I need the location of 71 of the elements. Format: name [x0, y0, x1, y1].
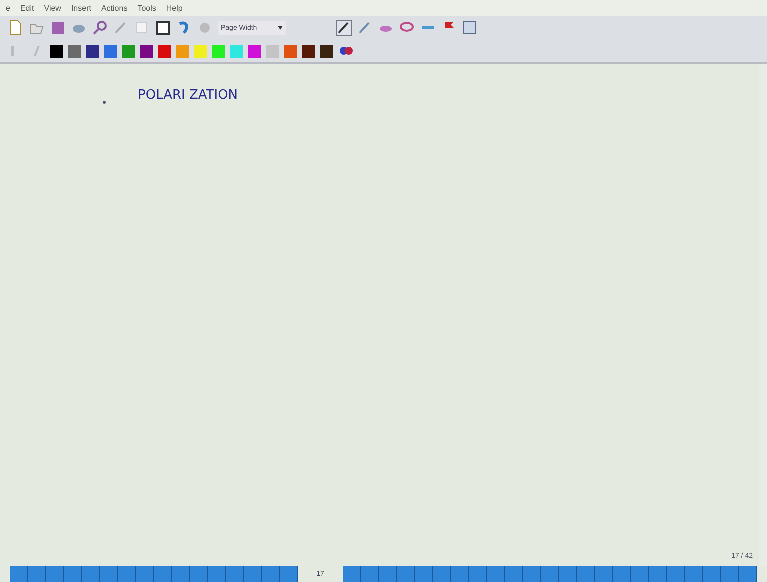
page-thumbnail[interactable] — [397, 566, 415, 582]
menu-item[interactable]: Insert — [71, 4, 92, 12]
page-thumbnail[interactable] — [631, 566, 649, 582]
page-thumbnail[interactable] — [433, 566, 451, 582]
page-thumbnail[interactable] — [613, 566, 631, 582]
page-thumbnail[interactable] — [721, 566, 739, 582]
page-thumbnail[interactable] — [415, 566, 433, 582]
page-thumbnail[interactable] — [136, 566, 154, 582]
page-thumbnail[interactable] — [361, 566, 379, 582]
handwritten-heading: POLARI ZATION — [138, 88, 238, 103]
page-thumbnail[interactable] — [559, 566, 577, 582]
color-swatch[interactable] — [158, 44, 171, 58]
page-thumbnail[interactable] — [649, 566, 667, 582]
page-thumbnail[interactable] — [46, 566, 64, 582]
menu-item[interactable]: Actions — [101, 4, 128, 12]
color-swatch[interactable] — [284, 44, 297, 58]
page-thumbnail[interactable] — [667, 566, 685, 582]
page-thumbnail[interactable] — [703, 566, 721, 582]
page-thumbnail[interactable] — [10, 566, 28, 582]
page-thumbnail[interactable] — [190, 566, 208, 582]
square-icon[interactable] — [155, 20, 171, 36]
page-thumbnail[interactable] — [100, 566, 118, 582]
select-icon[interactable] — [462, 20, 478, 36]
menu-item[interactable]: Tools — [138, 4, 156, 12]
menu-item[interactable]: Help — [166, 4, 183, 12]
caret-icon — [278, 26, 283, 30]
color-swatch[interactable] — [68, 44, 81, 58]
page-thumbnail[interactable] — [487, 566, 505, 582]
page-thumbnail[interactable] — [208, 566, 226, 582]
color-swatch[interactable] — [50, 44, 63, 58]
color-swatch[interactable] — [248, 44, 261, 58]
menu-item[interactable]: View — [44, 4, 62, 12]
color-swatch[interactable] — [230, 44, 243, 58]
menu-item[interactable]: e — [6, 4, 10, 12]
page-thumbnail[interactable] — [541, 566, 559, 582]
color-swatch[interactable] — [122, 44, 135, 58]
color-swatch[interactable] — [194, 44, 207, 58]
page-thumbnail[interactable] — [154, 566, 172, 582]
page-thumbnail[interactable] — [451, 566, 469, 582]
color-swatch[interactable] — [302, 44, 315, 58]
page-thumbnail[interactable] — [469, 566, 487, 582]
page-thumbnail[interactable] — [262, 566, 280, 582]
page-thumbnail[interactable] — [64, 566, 82, 582]
menu-item[interactable]: Edit — [20, 4, 34, 12]
page-thumbnail[interactable] — [226, 566, 244, 582]
page-thumbnail[interactable] — [172, 566, 190, 582]
page-thumbnail[interactable] — [685, 566, 703, 582]
page-thumbnail[interactable] — [739, 566, 757, 582]
page-thumbnail[interactable] — [595, 566, 613, 582]
dot-icon — [103, 101, 106, 104]
pen-tool-icon[interactable] — [336, 20, 352, 36]
color-swatch[interactable] — [104, 44, 117, 58]
color-swatch[interactable] — [86, 44, 99, 58]
page-thumbnail[interactable] — [244, 566, 262, 582]
search-icon[interactable] — [92, 20, 108, 36]
page-thumbnail[interactable] — [379, 566, 397, 582]
new-page-icon[interactable] — [8, 20, 24, 36]
color-swatch[interactable] — [140, 44, 153, 58]
page-thumbnail[interactable] — [82, 566, 100, 582]
page-thumbnail[interactable] — [280, 566, 298, 582]
color-swatch[interactable] — [176, 44, 189, 58]
color-swatch[interactable] — [212, 44, 225, 58]
page-thumbnail[interactable] — [505, 566, 523, 582]
page-thumbnail[interactable] — [577, 566, 595, 582]
page-thumbnail[interactable] — [343, 566, 361, 582]
page-icon[interactable] — [134, 20, 150, 36]
page-thumbnail[interactable] — [118, 566, 136, 582]
color-swatch[interactable] — [266, 44, 279, 58]
color-swatch[interactable] — [320, 44, 333, 58]
page-thumbnail[interactable] — [523, 566, 541, 582]
page-thumbnail[interactable] — [28, 566, 46, 582]
